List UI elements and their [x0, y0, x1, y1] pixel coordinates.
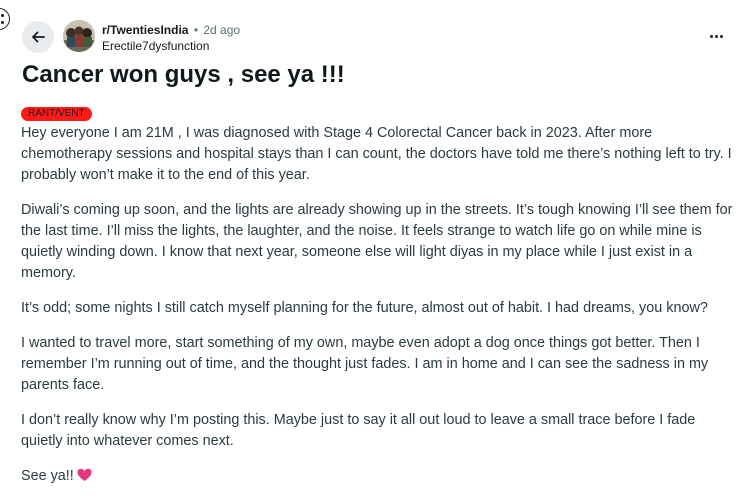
- post-paragraph: Diwali’s coming up soon, and the lights …: [21, 202, 733, 281]
- subreddit-link[interactable]: r/TwentiesIndia: [102, 23, 188, 37]
- author-link[interactable]: Erectile7dysfunction: [102, 38, 240, 54]
- back-button[interactable]: [22, 21, 54, 53]
- more-options-icon: [709, 34, 713, 38]
- signoff-text: See ya!!: [21, 468, 74, 484]
- subreddit-avatar-image: [63, 20, 95, 52]
- post-meta: r/TwentiesIndia • 2d ago Erectile7dysfun…: [102, 22, 240, 54]
- meta-separator: •: [193, 23, 199, 37]
- post-title: Cancer won guys , see ya !!!: [22, 61, 345, 88]
- post-paragraph: I don’t really know why I’m posting this…: [21, 412, 696, 449]
- subreddit-avatar[interactable]: [63, 20, 95, 52]
- back-arrow-icon: [32, 31, 45, 43]
- post-paragraph: Hey everyone I am 21M , I was diagnosed …: [21, 125, 732, 183]
- scroll-menu-icon[interactable]: [0, 8, 10, 30]
- post-body: Hey everyone I am 21M , I was diagnosed …: [21, 123, 733, 497]
- post-paragraph: I wanted to travel more, start something…: [21, 335, 709, 393]
- post-flair[interactable]: RANT/VENT: [21, 107, 92, 121]
- heart-icon: [77, 468, 92, 481]
- more-options-button[interactable]: [706, 26, 726, 46]
- post-header: r/TwentiesIndia • 2d ago Erectile7dysfun…: [22, 20, 732, 56]
- post-time: 2d ago: [203, 23, 241, 37]
- post-signoff: See ya!!: [21, 466, 733, 487]
- post-paragraph: It’s odd; some nights I still catch myse…: [21, 300, 708, 316]
- post-page: r/TwentiesIndia • 2d ago Erectile7dysfun…: [0, 0, 752, 497]
